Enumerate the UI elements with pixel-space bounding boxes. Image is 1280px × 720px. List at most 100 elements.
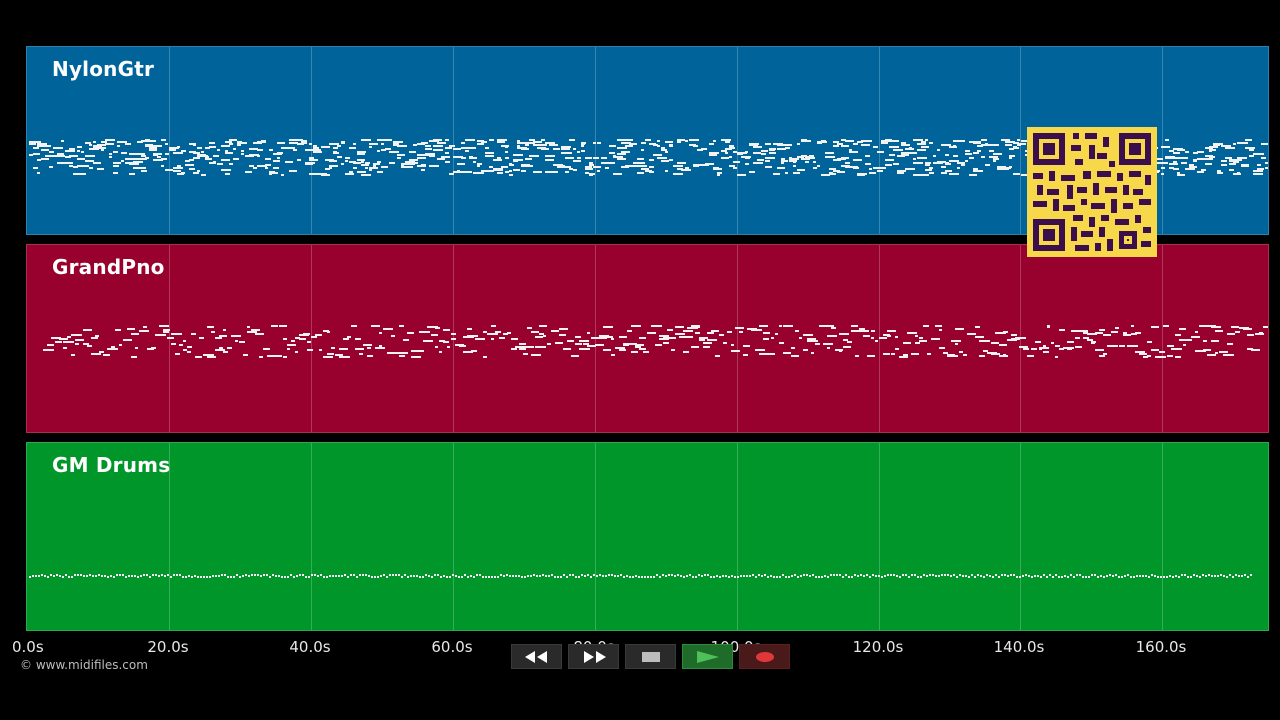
midi-note [591, 337, 599, 339]
midi-note [639, 348, 646, 350]
midi-note [217, 149, 220, 151]
midi-note [1070, 574, 1072, 576]
midi-note [725, 575, 727, 577]
midi-note [671, 337, 676, 339]
time-label: 120.0s [852, 638, 904, 656]
midi-note [675, 333, 685, 335]
fast-forward-button[interactable] [568, 644, 619, 669]
midi-note [737, 576, 739, 578]
midi-note [465, 150, 469, 152]
midi-note [461, 142, 465, 144]
midi-note [171, 333, 182, 335]
midi-note [362, 574, 364, 576]
midi-note [535, 336, 543, 338]
midi-note [345, 160, 348, 162]
midi-note [515, 575, 517, 577]
midi-note [839, 350, 842, 352]
midi-note [765, 157, 775, 159]
midi-note [458, 576, 460, 578]
midi-note [383, 574, 385, 576]
midi-note [637, 165, 647, 167]
midi-note [1103, 353, 1107, 355]
midi-note [1013, 173, 1020, 175]
midi-note [655, 344, 662, 346]
midi-note [915, 342, 920, 344]
midi-note [171, 343, 176, 345]
midi-note [467, 335, 478, 337]
midi-note [800, 575, 802, 577]
midi-note [353, 162, 361, 164]
midi-note [49, 166, 53, 168]
midi-note [1142, 575, 1144, 577]
play-button[interactable] [682, 644, 733, 669]
midi-note [32, 575, 34, 577]
midi-note [1151, 326, 1159, 328]
midi-note [1214, 575, 1216, 577]
midi-note [557, 166, 560, 168]
midi-note [205, 156, 209, 158]
midi-note [1178, 576, 1180, 578]
rewind-button[interactable] [511, 644, 562, 669]
midi-note [932, 574, 934, 576]
midi-note [687, 336, 693, 338]
midi-note [1247, 334, 1254, 336]
midi-note [47, 344, 54, 346]
midi-note [920, 576, 922, 578]
midi-note [141, 170, 147, 172]
midi-note [1241, 575, 1243, 577]
midi-note [1091, 574, 1093, 576]
midi-note [451, 333, 456, 335]
midi-note [479, 574, 481, 576]
midi-note [701, 575, 703, 577]
midi-note [941, 574, 943, 576]
midi-note [989, 150, 994, 152]
midi-note [911, 574, 913, 576]
midi-note [297, 159, 301, 161]
midi-note [41, 145, 51, 147]
midi-note [248, 575, 250, 577]
midi-note [271, 355, 282, 357]
midi-note [301, 142, 307, 144]
midi-note [643, 351, 649, 353]
midi-note [221, 169, 231, 171]
midi-note [377, 576, 379, 578]
midi-note [332, 575, 334, 577]
record-button[interactable] [739, 644, 790, 669]
midi-note [1197, 158, 1205, 160]
midi-note [43, 349, 54, 351]
midi-note [914, 574, 916, 576]
midi-note [620, 574, 622, 576]
midi-note [986, 574, 988, 576]
midi-note [1051, 342, 1054, 344]
midi-note [549, 144, 558, 146]
midi-note [422, 576, 424, 578]
midi-note [1233, 161, 1239, 163]
midi-note [1219, 351, 1228, 353]
midi-note [545, 155, 555, 157]
midi-note [553, 148, 560, 150]
midi-note [437, 574, 439, 576]
midi-note [225, 152, 233, 154]
midi-note [341, 575, 343, 577]
midi-note [407, 332, 414, 334]
midi-note [753, 162, 763, 164]
midi-note [1005, 144, 1012, 146]
midi-note [1184, 574, 1186, 576]
midi-note [1235, 331, 1240, 333]
midi-note [395, 352, 403, 354]
midi-note [465, 139, 475, 141]
track-lane-gm-drums[interactable]: GM Drums [26, 442, 1269, 631]
stop-button[interactable] [625, 644, 676, 669]
midi-note [242, 575, 244, 577]
midi-note [797, 576, 799, 578]
midi-note [165, 153, 169, 155]
midi-note [1181, 162, 1187, 164]
midi-note [1175, 334, 1181, 336]
midi-note [197, 576, 199, 578]
midi-note [605, 167, 609, 169]
midi-note [512, 575, 514, 577]
midi-note [381, 143, 384, 145]
midi-note [355, 338, 361, 340]
track-lane-grandpno[interactable]: GrandPno [26, 244, 1269, 433]
midi-note [635, 344, 644, 346]
